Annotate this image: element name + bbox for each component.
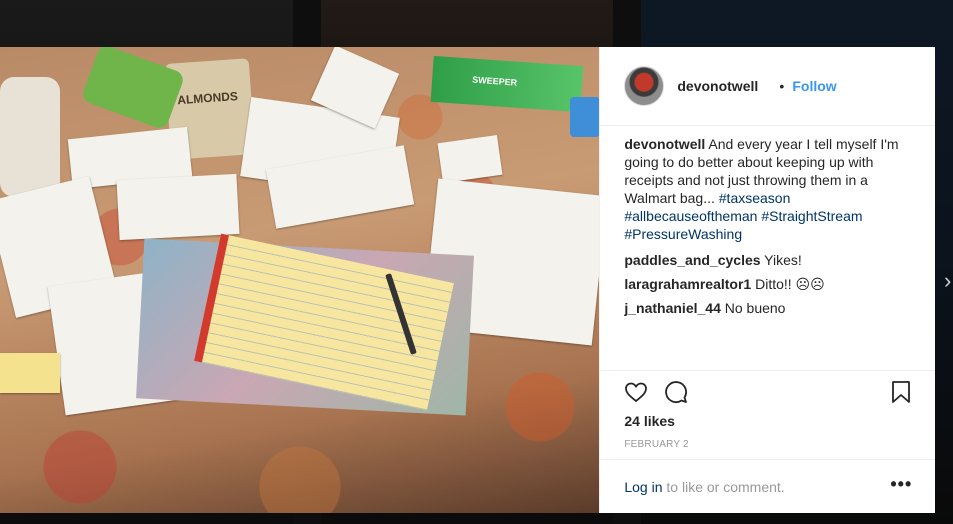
avatar[interactable] — [624, 66, 665, 106]
receipt — [116, 173, 240, 241]
actions-divider — [600, 370, 936, 371]
more-options-button[interactable]: ••• — [890, 474, 912, 495]
post-side-panel: devonotwell • Follow devonotwell And eve… — [599, 47, 936, 513]
chevron-right-icon[interactable]: › — [944, 268, 951, 294]
post-modal: SWEEPER ALMONDS devonotwell • Follow dev… — [0, 47, 936, 513]
post-photo[interactable]: SWEEPER ALMONDS — [0, 47, 600, 513]
hashtag-link[interactable]: #taxseason — [719, 190, 791, 206]
hashtag-link[interactable]: #allbecauseoftheman — [624, 208, 757, 224]
sticky-note — [0, 353, 60, 393]
footer-divider — [600, 459, 936, 460]
comment-item: j_nathaniel_44 No bueno — [624, 299, 914, 317]
login-prompt-text: to like or comment. — [662, 479, 785, 495]
login-link[interactable]: Log in — [624, 479, 662, 495]
post-date: FEBRUARY 2 — [624, 439, 689, 450]
comment-username[interactable]: laragrahamrealtor1 — [624, 276, 751, 292]
post-caption: devonotwell And every year I tell myself… — [624, 135, 914, 243]
hashtag-link[interactable]: #PressureWashing — [624, 226, 742, 242]
hashtag-link[interactable]: #StraightStream — [761, 208, 862, 224]
comment-icon[interactable] — [664, 380, 688, 404]
bookmark-icon[interactable] — [890, 380, 912, 404]
follow-button[interactable]: Follow — [792, 78, 836, 94]
milk-bottles — [0, 77, 60, 197]
comment-item: laragrahamrealtor1 Ditto!! ☹☹ — [624, 275, 914, 293]
comment-username[interactable]: paddles_and_cycles — [624, 252, 760, 268]
comments-list: devonotwell And every year I tell myself… — [624, 135, 914, 323]
comment-text: Ditto!! ☹☹ — [751, 276, 825, 292]
login-prompt: Log in to like or comment. — [624, 479, 784, 495]
comment-text: Yikes! — [760, 252, 802, 268]
comment-username[interactable]: j_nathaniel_44 — [624, 300, 721, 316]
caption-username[interactable]: devonotwell — [624, 136, 705, 152]
heart-icon[interactable] — [624, 380, 648, 404]
comment-text: No bueno — [720, 300, 786, 316]
comment-item: paddles_and_cycles Yikes! — [624, 251, 914, 269]
likes-count[interactable]: 24 likes — [624, 413, 675, 429]
author-username[interactable]: devonotwell — [677, 78, 758, 94]
separator-dot: • — [779, 78, 785, 94]
blue-tablet — [570, 97, 600, 137]
post-header: devonotwell • Follow — [600, 47, 936, 126]
receipt — [437, 135, 503, 183]
